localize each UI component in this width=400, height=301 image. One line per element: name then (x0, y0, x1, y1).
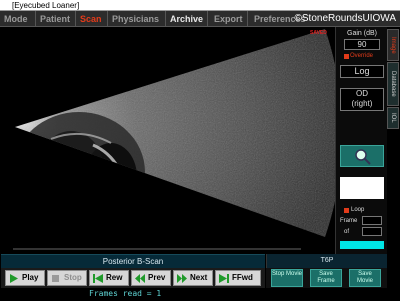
rewind-icon (93, 274, 103, 283)
settings-panel: Gain (dB) 90 Override Log OD (right) Loo… (335, 27, 387, 254)
menu-export[interactable]: Export (212, 11, 248, 27)
tab-iol[interactable]: IOL (387, 107, 399, 129)
override-toggle[interactable]: Override (338, 53, 386, 61)
rewind-button[interactable]: Rew (89, 270, 129, 286)
copyright-watermark: ©StoneRoundsUIOWA (294, 13, 396, 24)
saved-indicator: SAVED (310, 30, 327, 36)
window-title: [Eyecubed Loaner] (12, 1, 80, 10)
scan-title: Posterior B-Scan (1, 254, 265, 268)
eye-side: (right) (351, 99, 373, 108)
tab-image[interactable]: Image (387, 29, 399, 61)
loop-label: Loop (351, 207, 365, 213)
playback-controls: Play Stop Rew Prev Next FFwd (1, 268, 265, 288)
side-tabs: Image Database IOL (387, 27, 400, 137)
status-bar: Frames read = 1 (1, 288, 387, 301)
movie-buttons: Stop Movie Save Frame Save Movie (266, 268, 387, 288)
save-frame-button[interactable]: Save Frame (310, 269, 342, 287)
menu-scan[interactable]: Scan (78, 11, 108, 27)
next-button[interactable]: Next (173, 270, 213, 286)
eye-selector[interactable]: OD (right) (340, 88, 384, 111)
override-label: Override (350, 53, 374, 59)
eye-value: OD (356, 89, 368, 98)
play-icon (10, 274, 18, 283)
zoom-button[interactable] (340, 145, 384, 167)
menu-bar: Mode Patient Scan Physicians Archive Exp… (0, 11, 400, 27)
menu-mode[interactable]: Mode (2, 11, 36, 27)
window-titlebar: [Eyecubed Loaner] (0, 0, 400, 11)
gain-label: Gain (dB) (347, 30, 377, 37)
progress-bar (340, 241, 384, 249)
side-filler (387, 137, 400, 301)
play-label: Play (22, 273, 39, 282)
override-checkbox-icon (344, 54, 349, 59)
save-movie-button[interactable]: Save Movie (349, 269, 381, 287)
stop-button[interactable]: Stop (47, 270, 87, 286)
previous-button[interactable]: Prev (131, 270, 171, 286)
fast-forward-button[interactable]: FFwd (215, 270, 261, 286)
tab-database[interactable]: Database (387, 62, 399, 106)
scale-value[interactable]: Log (340, 65, 384, 78)
previous-label: Prev (148, 273, 166, 282)
menu-patient[interactable]: Patient (38, 11, 76, 27)
menu-physicians[interactable]: Physicians (110, 11, 166, 27)
next-label: Next (190, 273, 208, 282)
previous-icon (135, 274, 145, 283)
stop-label: Stop (64, 273, 82, 282)
frame-field[interactable] (362, 216, 382, 225)
of-label: of (344, 229, 350, 235)
gain-value-field[interactable]: 90 (344, 39, 380, 50)
play-button[interactable]: Play (5, 270, 45, 286)
stop-icon (52, 275, 59, 282)
frame-label: Frame (340, 218, 358, 224)
loop-checkbox-icon (344, 208, 349, 213)
bscan-image[interactable] (1, 27, 335, 254)
magnifier-icon (355, 149, 371, 165)
fast-forward-icon (219, 274, 229, 283)
rewind-label: Rew (106, 273, 123, 282)
menu-archive[interactable]: Archive (168, 11, 208, 27)
scan-texture (15, 29, 335, 237)
probe-label: T6P (266, 254, 387, 268)
preview-box (340, 177, 384, 199)
frame-total-field (362, 227, 382, 236)
ultrasound-fan-image (13, 29, 335, 250)
stop-movie-button[interactable]: Stop Movie (271, 269, 303, 287)
fast-forward-label: FFwd (232, 273, 253, 282)
next-icon (177, 274, 187, 283)
loop-toggle[interactable]: Loop (340, 207, 384, 215)
